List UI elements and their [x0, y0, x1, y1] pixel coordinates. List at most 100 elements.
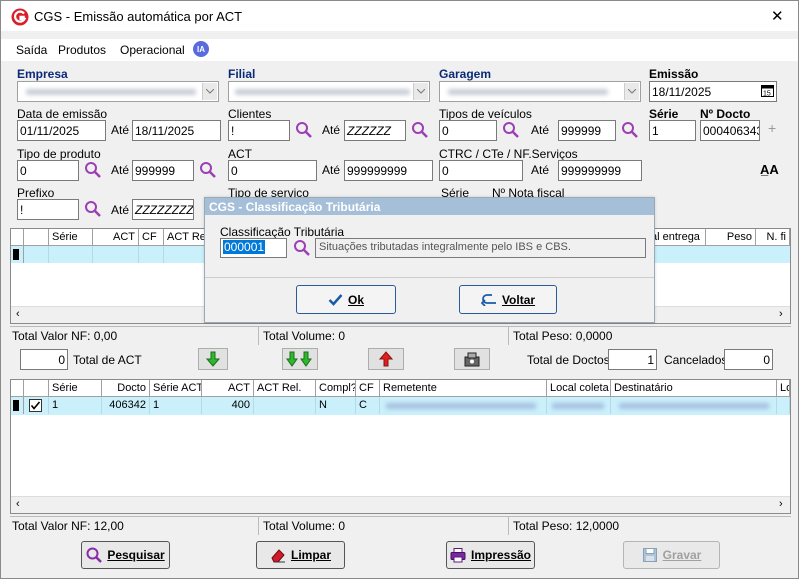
voltar-button[interactable]: Voltar: [459, 285, 557, 314]
data-emissao-to[interactable]: 18/11/2025: [132, 120, 221, 141]
ctrc-from[interactable]: 0: [439, 160, 523, 181]
limpar-label: Limpar: [290, 548, 331, 562]
move-down-button[interactable]: [198, 348, 228, 370]
documents-grid[interactable]: Série Docto Série ACT ACT ACT Rel. Compl…: [10, 379, 791, 514]
pesquisar-button[interactable]: Pesquisar: [81, 541, 170, 569]
total-doctos-field[interactable]: 1: [608, 349, 657, 370]
ia-badge[interactable]: IA: [193, 41, 209, 57]
col-nr-fiscal[interactable]: N. fi: [756, 229, 790, 246]
data-emissao-label: Data de emissão: [17, 107, 108, 121]
table-row[interactable]: 1 406342 1 400 N C: [11, 397, 790, 415]
act-to-value: 999999999: [347, 164, 408, 178]
search-icon[interactable]: [84, 161, 102, 179]
totals-bar-1: Total Valor NF: 0,00 Total Volume: 0 Tot…: [10, 326, 791, 345]
col-peso[interactable]: Peso: [706, 229, 756, 246]
menu-produtos[interactable]: Produtos: [58, 43, 106, 57]
documents-grid-header: Série Docto Série ACT ACT ACT Rel. Compl…: [11, 380, 790, 397]
tipo-produto-to[interactable]: 999999: [132, 160, 194, 181]
move-all-down-button[interactable]: [282, 348, 318, 370]
data-emissao-to-value: 18/11/2025: [135, 124, 195, 138]
arrow-down-icon: [206, 351, 220, 367]
clientes-to[interactable]: ZZZZZZ: [344, 120, 406, 141]
process-button[interactable]: [454, 348, 490, 370]
search-icon[interactable]: [84, 200, 102, 218]
serie-value: 1: [652, 124, 659, 138]
col-local-coleta[interactable]: Local coleta: [547, 380, 611, 397]
search-icon[interactable]: [293, 239, 311, 257]
emissao-field[interactable]: 18/11/2025: [649, 81, 777, 102]
filial-select[interactable]: [228, 81, 430, 102]
col-destinatario[interactable]: Destinatário: [611, 380, 777, 397]
row-checkbox[interactable]: [24, 397, 49, 414]
font-size-icon[interactable]: A̲A: [760, 162, 779, 177]
cell-docto: 406342: [102, 397, 150, 414]
tipo-produto-from[interactable]: 0: [17, 160, 79, 181]
scroll-right-icon[interactable]: ›: [779, 498, 783, 510]
ctrc-to[interactable]: 999999999: [558, 160, 642, 181]
impressao-label: Impressão: [470, 548, 532, 562]
act-to[interactable]: 999999999: [344, 160, 433, 181]
col-act[interactable]: ACT: [202, 380, 254, 397]
data-emissao-from[interactable]: 01/11/2025: [17, 120, 106, 141]
col-serie[interactable]: Série: [49, 229, 93, 246]
serie-field[interactable]: 1: [649, 120, 696, 141]
limpar-button[interactable]: Limpar: [256, 541, 345, 569]
search-icon[interactable]: [411, 121, 429, 139]
col-cf[interactable]: CF: [356, 380, 380, 397]
col-serie-act[interactable]: Série ACT: [150, 380, 202, 397]
classificacao-code-field[interactable]: 000001: [220, 238, 287, 258]
menu-saida[interactable]: Saída: [16, 43, 47, 57]
col-cf[interactable]: CF: [139, 229, 164, 246]
col-act-rel[interactable]: ACT Rel.: [254, 380, 316, 397]
scroll-left-icon[interactable]: ‹: [16, 498, 20, 510]
dialog-title: CGS - Classificação Tributária: [209, 200, 381, 214]
act-label: ACT: [228, 147, 252, 161]
chevron-down-icon[interactable]: [202, 83, 217, 100]
clientes-from[interactable]: !: [228, 120, 290, 141]
move-up-button[interactable]: [368, 348, 404, 370]
search-icon[interactable]: [295, 121, 313, 139]
ok-button[interactable]: Ok: [296, 285, 396, 314]
chevron-down-icon[interactable]: [413, 83, 428, 100]
act-count-field[interactable]: 0: [20, 349, 68, 370]
tipos-veiculos-to[interactable]: 999999: [558, 120, 616, 141]
ate-label: Até: [111, 203, 130, 217]
cancelados-label: Cancelados: [664, 353, 728, 367]
col-serie[interactable]: Série: [49, 380, 102, 397]
gravar-button[interactable]: Gravar: [623, 541, 720, 569]
ok-label: Ok: [347, 292, 364, 307]
col-local-entrega[interactable]: al entrega: [648, 229, 706, 246]
search-icon[interactable]: [199, 161, 217, 179]
prefixo-to[interactable]: ZZZZZZZZ: [132, 199, 194, 220]
double-arrow-down-icon: [286, 351, 312, 367]
empresa-label: Empresa: [17, 67, 68, 81]
scroll-right-icon[interactable]: ›: [779, 308, 783, 320]
prefixo-to-value: ZZZZZZZZ: [135, 203, 194, 217]
chevron-down-icon[interactable]: [624, 83, 639, 100]
garagem-select[interactable]: [439, 81, 641, 102]
tipo-produto-from-value: 0: [20, 164, 27, 178]
calendar-icon[interactable]: 15: [761, 84, 774, 97]
plus-icon[interactable]: +: [768, 120, 776, 136]
horizontal-scrollbar[interactable]: ‹ ›: [11, 496, 790, 513]
close-button[interactable]: ✕: [771, 7, 784, 25]
search-icon[interactable]: [621, 121, 639, 139]
col-compl[interactable]: Compl?: [316, 380, 356, 397]
scroll-left-icon[interactable]: ‹: [16, 308, 20, 320]
prefixo-from[interactable]: !: [17, 199, 79, 220]
impressao-button[interactable]: Impressão: [446, 541, 535, 569]
menu-operacional[interactable]: Operacional: [120, 43, 185, 57]
tipos-veiculos-from[interactable]: 0: [439, 120, 497, 141]
nr-docto-field[interactable]: 000406343: [700, 120, 760, 141]
col-docto[interactable]: Docto: [102, 380, 150, 397]
act-from[interactable]: 0: [228, 160, 317, 181]
search-icon[interactable]: [502, 121, 520, 139]
col-local-entrega[interactable]: Lo: [777, 380, 790, 397]
empresa-select[interactable]: [17, 81, 219, 102]
act-count-value: 0: [58, 353, 65, 367]
app-logo-icon: [11, 8, 29, 26]
col-remetente[interactable]: Remetente: [380, 380, 547, 397]
cell-cf: C: [356, 397, 380, 414]
cancelados-field[interactable]: 0: [724, 349, 773, 370]
col-act[interactable]: ACT: [93, 229, 139, 246]
